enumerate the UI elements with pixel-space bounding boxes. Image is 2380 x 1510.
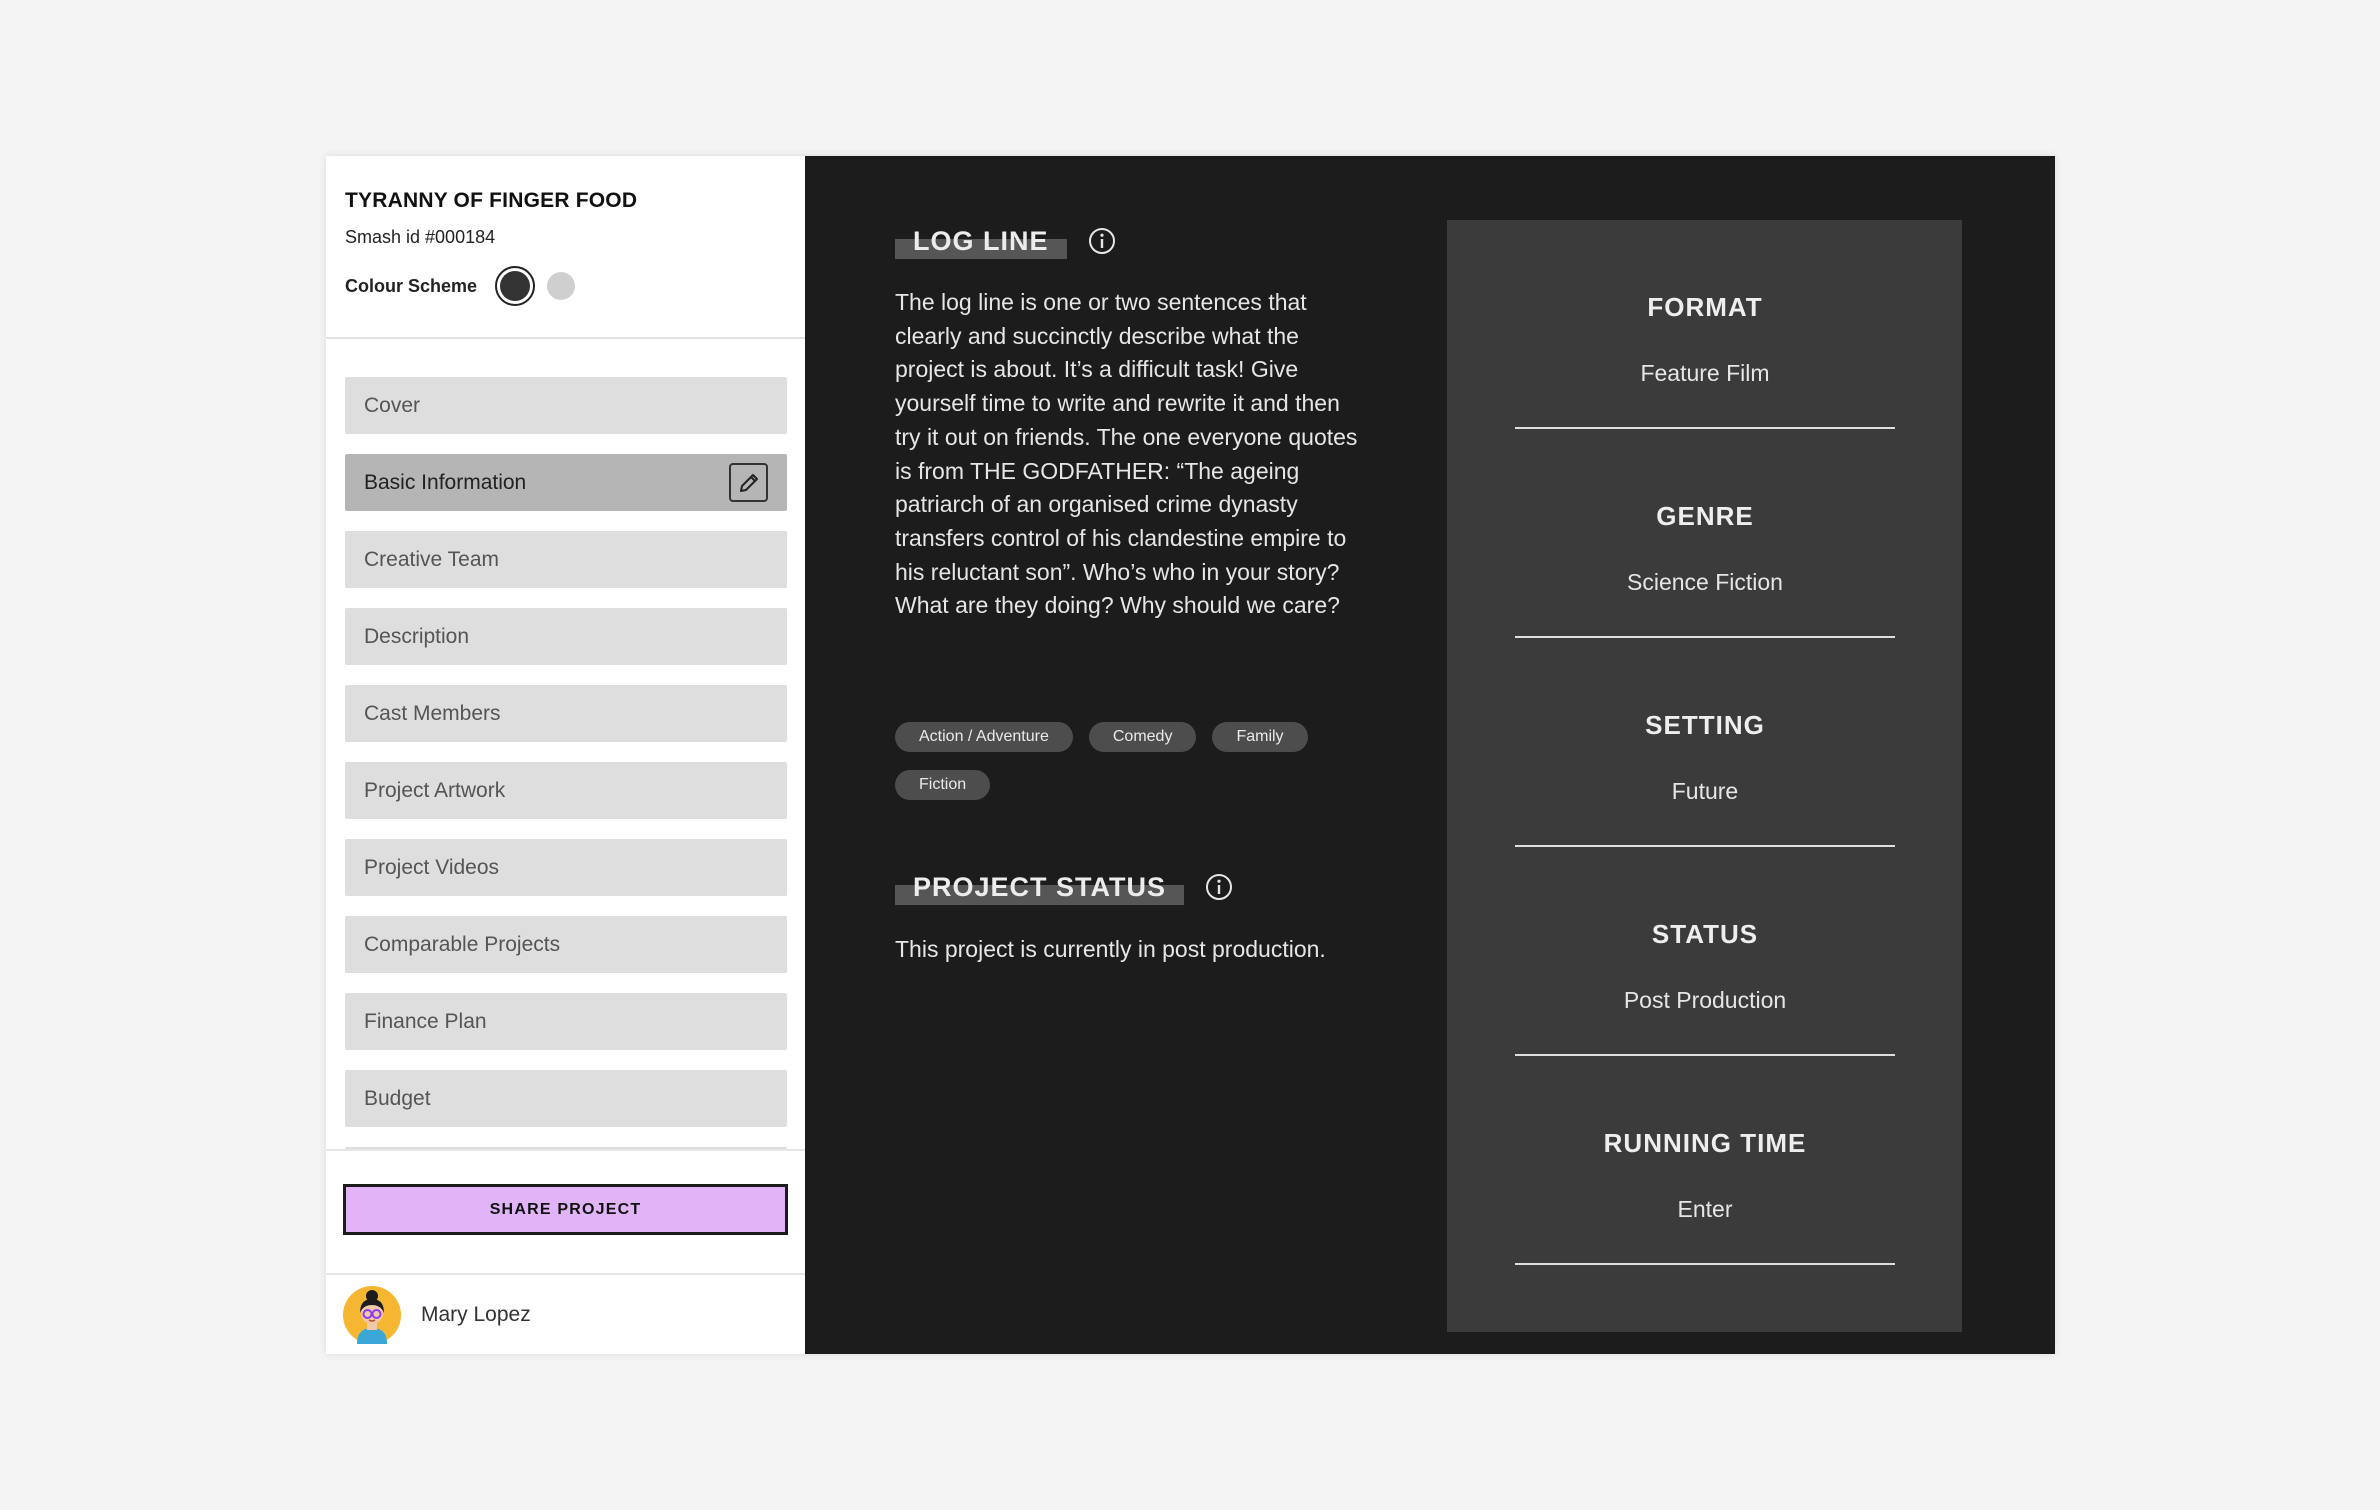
format-field[interactable]: FORMAT Feature Film bbox=[1515, 220, 1895, 429]
pencil-icon bbox=[739, 473, 758, 492]
nav-item-budget[interactable]: Budget bbox=[345, 1070, 787, 1127]
app-window: TYRANNY OF FINGER FOOD Smash id #000184 … bbox=[326, 156, 2055, 1354]
info-icon[interactable] bbox=[1205, 873, 1233, 901]
tag-chip[interactable]: Fiction bbox=[895, 770, 991, 800]
nav-item-comparable-projects[interactable]: Comparable Projects bbox=[345, 916, 787, 973]
nav-item-description[interactable]: Description bbox=[345, 608, 787, 665]
nav-item-creative-team[interactable]: Creative Team bbox=[345, 531, 787, 588]
light-scheme-swatch[interactable] bbox=[547, 272, 576, 300]
nav-item-cover[interactable]: Cover bbox=[345, 377, 787, 434]
nav-item-label: Budget bbox=[364, 1086, 431, 1110]
tag-chip[interactable]: Action / Adventure bbox=[895, 722, 1073, 752]
user-profile[interactable]: Mary Lopez bbox=[326, 1273, 805, 1354]
nav-item-label: Description bbox=[364, 624, 470, 648]
colour-scheme-row: Colour Scheme bbox=[345, 266, 805, 306]
log-line-title: LOG LINE bbox=[895, 226, 1067, 259]
genre-field[interactable]: GENRE Science Fiction bbox=[1515, 429, 1895, 638]
nav-item-label: Project Videos bbox=[364, 855, 500, 879]
setting-field[interactable]: SETTING Future bbox=[1515, 638, 1895, 847]
colour-scheme-label: Colour Scheme bbox=[345, 275, 478, 296]
info-icon[interactable] bbox=[1088, 227, 1116, 255]
nav-item-label: Cast Members bbox=[364, 701, 501, 725]
share-area: SHARE PROJECT bbox=[326, 1149, 805, 1273]
nav-item-finance-plan[interactable]: Finance Plan bbox=[345, 993, 787, 1050]
dark-swatch-dot bbox=[500, 271, 531, 301]
field-label: FORMAT bbox=[1647, 292, 1763, 322]
field-value: Science Fiction bbox=[1627, 569, 1783, 595]
field-label: STATUS bbox=[1651, 919, 1759, 949]
field-value: Future bbox=[1671, 778, 1739, 804]
nav-item-project-artwork[interactable]: Project Artwork bbox=[345, 762, 787, 819]
smash-id: Smash id #000184 bbox=[345, 227, 496, 247]
dark-scheme-swatch[interactable] bbox=[495, 266, 536, 306]
nav-item-label: Project Artwork bbox=[364, 778, 506, 802]
sidebar: TYRANNY OF FINGER FOOD Smash id #000184 … bbox=[326, 156, 805, 1354]
nav-item-project-videos[interactable]: Project Videos bbox=[345, 839, 787, 896]
nav-item-label: Comparable Projects bbox=[364, 932, 561, 956]
log-line-header: LOG LINE bbox=[895, 226, 1116, 259]
user-name: Mary Lopez bbox=[421, 1302, 531, 1326]
field-value: Feature Film bbox=[1640, 360, 1770, 386]
nav-item-label: Basic Information bbox=[364, 470, 527, 494]
project-header: TYRANNY OF FINGER FOOD Smash id #000184 … bbox=[326, 156, 805, 339]
share-project-button[interactable]: SHARE PROJECT bbox=[343, 1184, 788, 1235]
field-label: SETTING bbox=[1645, 710, 1765, 740]
avatar-icon bbox=[343, 1285, 401, 1344]
main-content: LOG LINE The log line is one or two sent… bbox=[805, 156, 2055, 1354]
nav-item-label: Finance Plan bbox=[364, 1009, 487, 1033]
status-field[interactable]: STATUS Post Production bbox=[1515, 847, 1895, 1056]
nav-item-basic-information[interactable]: Basic Information bbox=[345, 454, 787, 511]
running-time-field[interactable]: RUNNING TIME Enter bbox=[1515, 1056, 1895, 1265]
tag-chip[interactable]: Comedy bbox=[1088, 722, 1197, 752]
field-value: Post Production bbox=[1623, 987, 1787, 1013]
project-status-title: PROJECT STATUS bbox=[895, 872, 1185, 905]
project-status-header: PROJECT STATUS bbox=[895, 872, 1233, 905]
details-panel: FORMAT Feature Film GENRE Science Fictio… bbox=[1447, 220, 1962, 1332]
genre-tags: Action / Adventure Comedy Family Fiction bbox=[895, 722, 1365, 818]
running-time-input[interactable]: Enter bbox=[1515, 1196, 1895, 1223]
tag-chip[interactable]: Family bbox=[1212, 722, 1308, 752]
field-label: RUNNING TIME bbox=[1603, 1128, 1807, 1158]
project-status-text: This project is currently in post produc… bbox=[895, 936, 1326, 962]
project-title: TYRANNY OF FINGER FOOD bbox=[345, 189, 638, 212]
log-line-text: The log line is one or two sentences tha… bbox=[895, 289, 1358, 619]
nav-item-label: Cover bbox=[364, 393, 421, 417]
nav-item-label: Creative Team bbox=[364, 547, 500, 571]
edit-button[interactable] bbox=[729, 463, 768, 502]
field-label: GENRE bbox=[1656, 501, 1754, 531]
nav-item-cast-members[interactable]: Cast Members bbox=[345, 685, 787, 742]
